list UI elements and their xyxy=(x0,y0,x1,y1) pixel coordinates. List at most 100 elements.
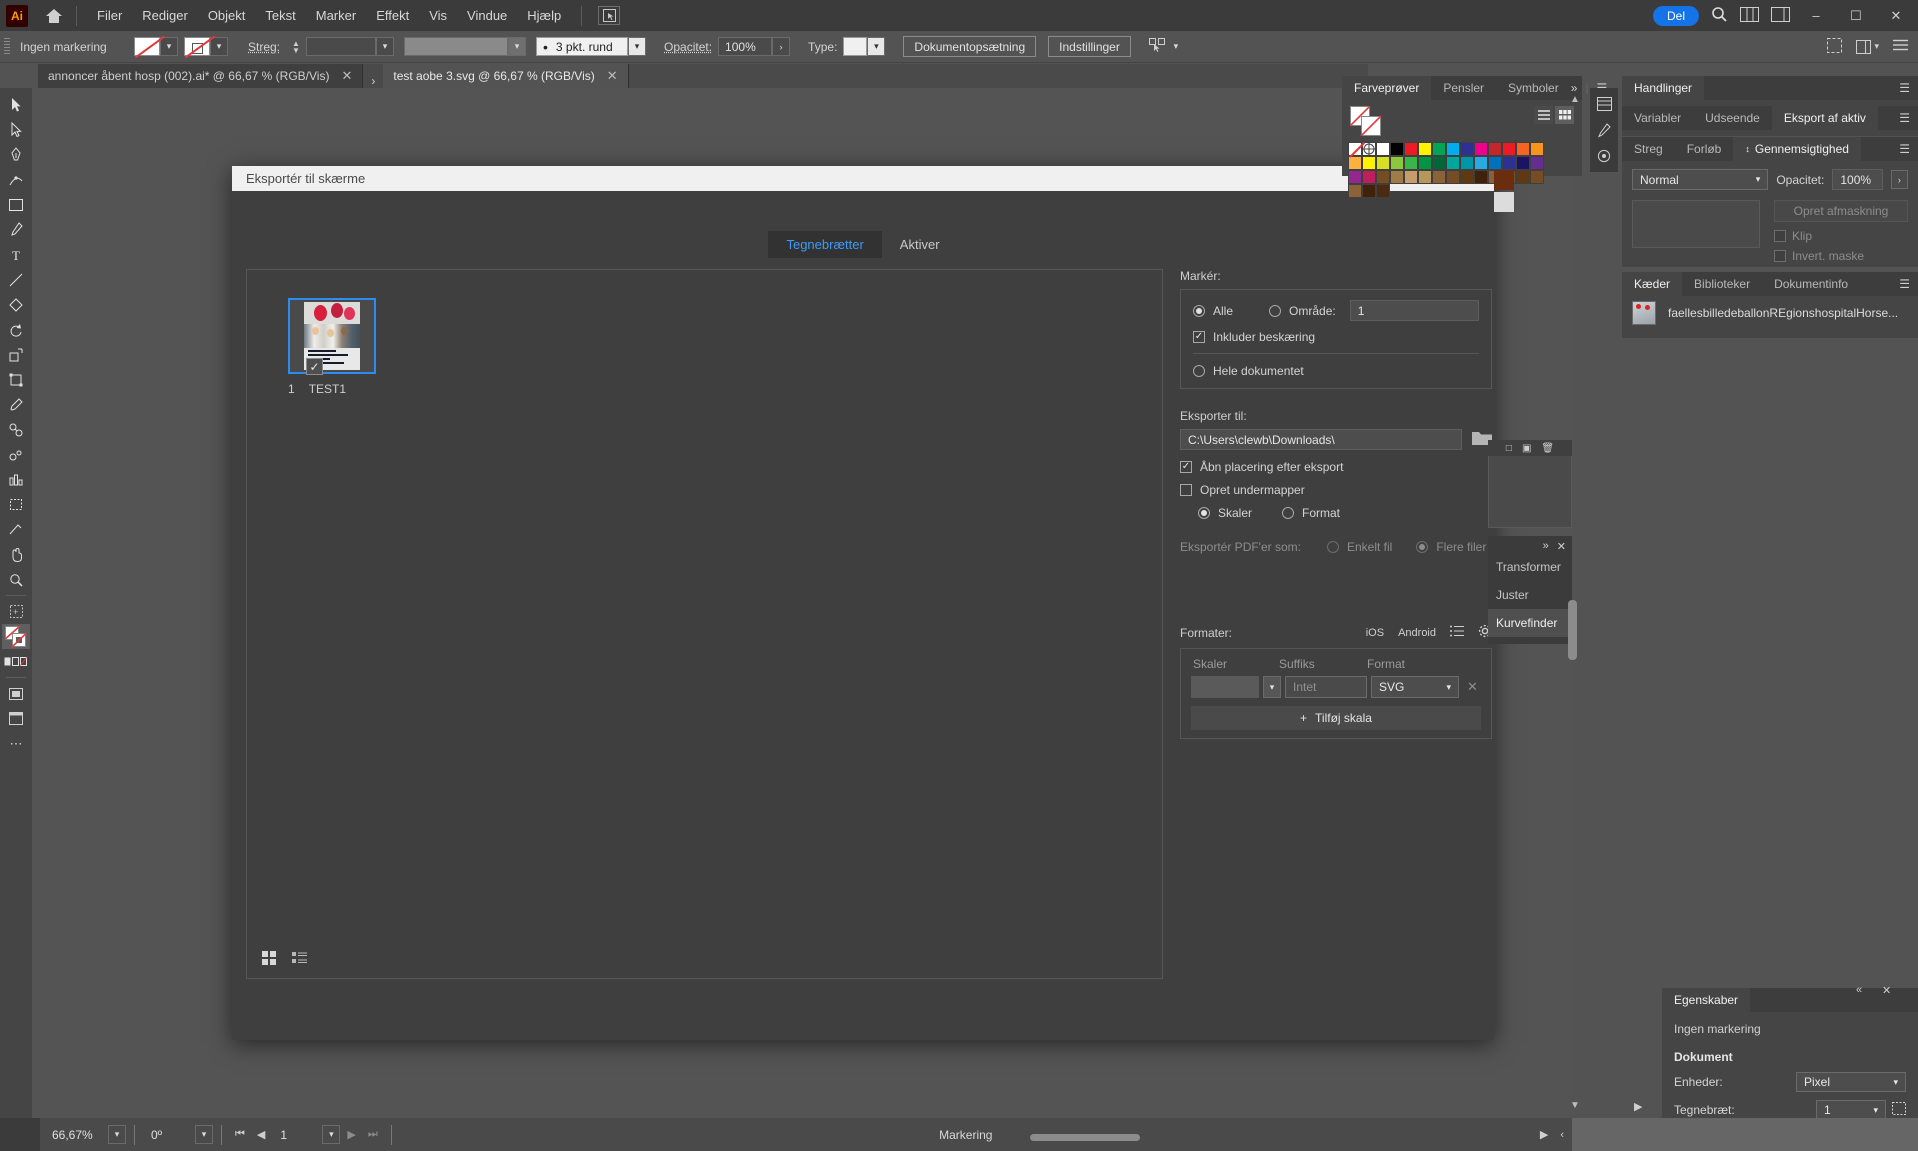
swatch-extra-2[interactable] xyxy=(1494,192,1514,212)
stroke-stepper[interactable]: ▲ ▼ xyxy=(290,39,302,54)
swatch-0-8[interactable] xyxy=(1460,142,1474,156)
stroke-swatch[interactable] xyxy=(184,37,210,56)
properties-artboard-select[interactable]: 1 ▾ xyxy=(1816,1100,1886,1120)
tool-drawing-modes-icon[interactable] xyxy=(2,681,30,706)
opacity-input[interactable]: 100% xyxy=(718,37,773,56)
transparency-opacity-input[interactable]: 100% xyxy=(1832,169,1883,190)
tool-slice[interactable] xyxy=(2,517,30,542)
properties-close-icon[interactable]: ✕ xyxy=(1882,984,1891,997)
menu-item-filer[interactable]: Filer xyxy=(87,4,132,27)
properties-expand-icon[interactable]: « xyxy=(1856,984,1862,996)
stroke-profile-chevron-down-icon[interactable]: ▾ xyxy=(508,37,527,56)
panel-stub-trash-icon[interactable]: 🗑 xyxy=(1541,443,1554,454)
list-view-icon[interactable] xyxy=(291,950,307,966)
canvas-scroll-down-icon[interactable]: ▼ xyxy=(1570,1100,1580,1111)
minimize-button[interactable]: – xyxy=(1802,8,1830,23)
swatch-0-10[interactable] xyxy=(1488,142,1502,156)
menu-item-effekt[interactable]: Effekt xyxy=(366,4,419,27)
tab-udseende[interactable]: Udseende xyxy=(1693,106,1772,130)
range-input[interactable]: 1 xyxy=(1349,300,1479,321)
swatch-0-13[interactable] xyxy=(1530,142,1544,156)
swatch-2-13[interactable] xyxy=(1362,184,1376,198)
tool-edit-toolbar-icon[interactable]: + xyxy=(2,599,30,624)
menu-item-vis[interactable]: Vis xyxy=(419,4,457,27)
stroke-profile-field[interactable] xyxy=(404,37,509,56)
swatch-1-9[interactable] xyxy=(1488,156,1502,170)
document-tab-1[interactable]: annoncer åbent hosp (002).ai* @ 66,67 % … xyxy=(38,64,364,88)
tool-rectangle[interactable] xyxy=(2,192,30,217)
workspace-icon-2[interactable] xyxy=(1771,6,1790,25)
swatch-1-7[interactable] xyxy=(1460,156,1474,170)
swatch-2-2[interactable] xyxy=(1404,170,1418,184)
swatch-1-0[interactable] xyxy=(1362,156,1376,170)
swatch-2-10[interactable] xyxy=(1516,170,1530,184)
radio-omraade[interactable] xyxy=(1269,304,1282,317)
swatch-1-3[interactable] xyxy=(1404,156,1418,170)
type-chevron-down-icon[interactable]: ▾ xyxy=(867,37,886,56)
tool-zoom[interactable] xyxy=(2,567,30,592)
radio-format[interactable] xyxy=(1282,507,1295,519)
swatch-2-3[interactable] xyxy=(1418,170,1432,184)
document-tab-2-close-icon[interactable]: ✕ xyxy=(607,68,618,84)
grid-view-icon[interactable] xyxy=(261,950,277,966)
swatch-1-12[interactable] xyxy=(1530,156,1544,170)
workspace-switcher[interactable]: ▾ xyxy=(1856,39,1879,54)
select-similar-icon[interactable] xyxy=(1148,37,1167,56)
swatch-0-4[interactable] xyxy=(1404,142,1418,156)
status-expand-icon[interactable]: ▶ xyxy=(1534,1128,1554,1141)
swatch-0-11[interactable] xyxy=(1502,142,1516,156)
swatch-2-6[interactable] xyxy=(1460,170,1474,184)
share-button[interactable]: Del xyxy=(1652,5,1699,26)
tool-eyedropper[interactable] xyxy=(2,392,30,417)
document-tab-2[interactable]: test aobe 3.svg @ 66,67 % (RGB/Vis) ✕ xyxy=(383,64,629,88)
tab-forloeb[interactable]: Forløb xyxy=(1675,137,1734,161)
stroke-chevron-down-icon[interactable]: ▾ xyxy=(210,37,228,56)
menu-item-marker[interactable]: Marker xyxy=(306,4,366,27)
properties-units-select[interactable]: Pixel ▾ xyxy=(1796,1072,1906,1092)
swatch-0-5[interactable] xyxy=(1418,142,1432,156)
tab-biblioteker[interactable]: Biblioteker xyxy=(1682,272,1762,296)
swatches-list-view-icon[interactable] xyxy=(1534,106,1553,124)
type-swatch[interactable] xyxy=(843,37,868,56)
panel-icon-layers[interactable] xyxy=(1593,94,1615,114)
tab-eksport-af-aktiv[interactable]: Eksport af aktiv xyxy=(1771,106,1878,130)
swatch-1-5[interactable] xyxy=(1432,156,1446,170)
export-path-input[interactable]: C:\Users\clewb\Downloads\ xyxy=(1180,429,1462,450)
radio-alle[interactable] xyxy=(1193,304,1205,317)
tab-pensler[interactable]: Pensler xyxy=(1431,76,1496,100)
tool-symbol-sprayer[interactable] xyxy=(2,442,30,467)
swatch-0-14[interactable] xyxy=(1348,156,1362,170)
actions-menu-icon[interactable]: ☰ xyxy=(1899,81,1910,95)
floating-panel-close-icon[interactable]: ✕ xyxy=(1557,540,1566,553)
tool-curvature[interactable] xyxy=(2,167,30,192)
swatch-0-7[interactable] xyxy=(1446,142,1460,156)
mask-thumbnail[interactable] xyxy=(1632,200,1760,248)
rotation-chevron-down-icon[interactable]: ▾ xyxy=(195,1125,213,1144)
zoom-level-input[interactable]: 66,67% xyxy=(44,1124,106,1145)
tool-more-icon[interactable]: ⋯ xyxy=(2,731,30,756)
swatch-1-10[interactable] xyxy=(1502,156,1516,170)
artboard-chevron-down-icon[interactable]: ▾ xyxy=(322,1125,341,1144)
add-scale-button[interactable]: + Tilføj skala xyxy=(1191,706,1481,730)
swatch-0-3[interactable] xyxy=(1390,142,1404,156)
swatch-2-5[interactable] xyxy=(1446,170,1460,184)
suffix-input[interactable]: Intet xyxy=(1285,676,1367,698)
menu-item-tekst[interactable]: Tekst xyxy=(255,4,305,27)
tool-column-graph[interactable] xyxy=(2,467,30,492)
tool-screen-mode-icon[interactable] xyxy=(2,706,30,731)
floating-panel-expand-icon[interactable]: » xyxy=(1543,540,1549,553)
prev-artboard-icon[interactable]: ◀ xyxy=(252,1128,270,1141)
swatch-2-14[interactable] xyxy=(1376,184,1390,198)
swatch-1-13[interactable] xyxy=(1348,170,1362,184)
tool-paintbrush[interactable] xyxy=(2,217,30,242)
tool-line-segment[interactable] xyxy=(2,267,30,292)
brush-definition-field[interactable]: • 3 pkt. rund xyxy=(536,37,629,56)
tool-rotate[interactable] xyxy=(2,317,30,342)
artboard-number-input[interactable]: 1 xyxy=(272,1124,321,1145)
tab-tegnebraetter[interactable]: Tegnebrætter xyxy=(768,231,882,258)
scale-chevron-down-icon[interactable]: ▾ xyxy=(1263,676,1281,698)
blend-mode-select[interactable]: Normal ▾ xyxy=(1632,169,1769,190)
swatches-expand-icon[interactable]: » xyxy=(1571,81,1578,95)
stroke-weight-chevron-down-icon[interactable]: ▾ xyxy=(376,37,395,56)
radio-hele-dokumentet[interactable] xyxy=(1193,365,1205,377)
